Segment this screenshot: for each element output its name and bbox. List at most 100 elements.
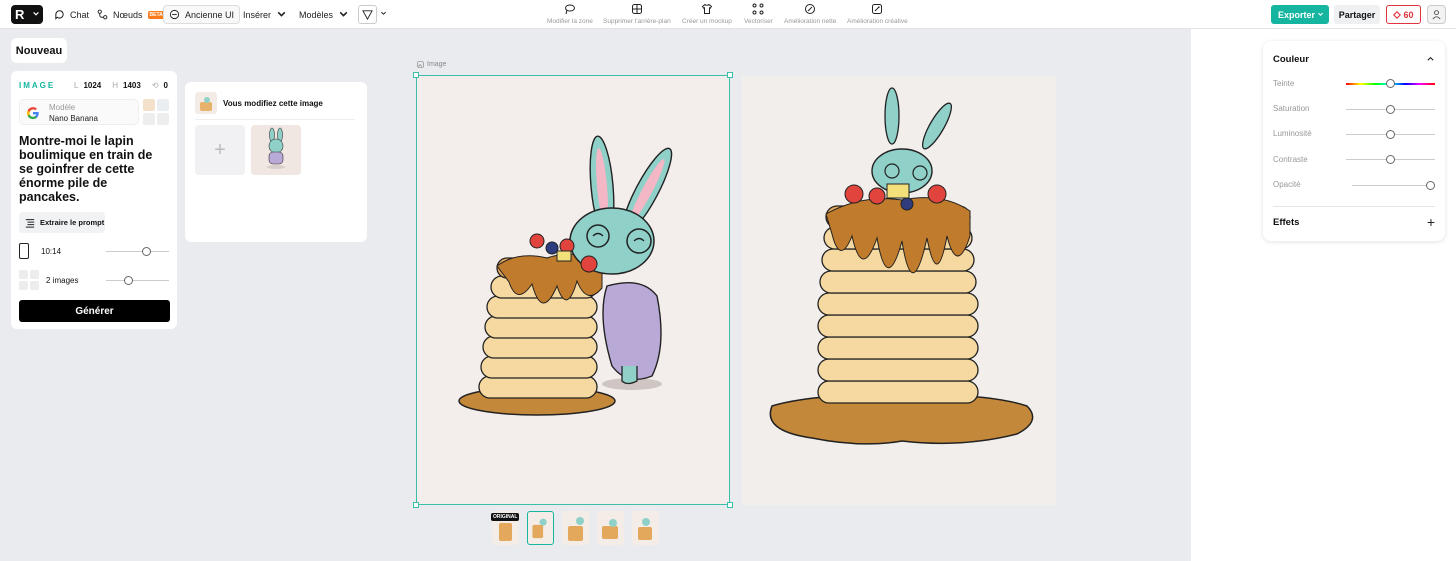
seed-value[interactable]: 0 [164,81,168,90]
reference-slot[interactable] [143,113,155,125]
plus-icon[interactable]: + [1427,214,1435,230]
chevron-down-icon [277,11,286,17]
vector-nodes-icon [752,3,764,15]
chat-icon [55,10,64,20]
color-properties-card: Couleur Teinte Saturation Luminosité Con… [1263,41,1445,241]
partager-button[interactable]: Partager [1334,5,1380,24]
pancake-thumb-art [532,518,547,539]
couleur-heading: Couleur [1273,54,1309,65]
pancake-thumb-art [568,517,584,541]
tool-label: Vectoriser [744,18,773,25]
remove-background-icon [631,4,642,14]
aspect-ratio-slider[interactable] [106,251,169,252]
teinte-slider-knob[interactable] [1386,79,1395,88]
extract-lines-icon [25,218,35,228]
exporter-label: Exporter [1278,9,1316,20]
portrait-ratio-icon [19,243,29,259]
width-value[interactable]: 1024 [83,81,101,90]
opacite-slider[interactable] [1352,185,1435,186]
chevron-down-icon [33,11,39,16]
editing-title: Vous modifiez cette image [223,99,323,108]
google-icon [27,107,39,120]
tool-amelioration-creative[interactable]: Amélioration créative [847,3,908,25]
generate-button[interactable]: Générer [19,300,170,322]
chevron-up-icon[interactable] [1426,54,1435,63]
bunny-reference-art [267,127,285,169]
minus-circle-icon [169,9,180,20]
version-thumbnail[interactable] [562,511,589,545]
tool-supprimer-arriere-plan[interactable]: Supprimer l'arrière-plan [603,3,671,25]
height-key: H [112,81,119,90]
reference-slot[interactable] [157,113,169,125]
opacite-slider-knob[interactable] [1426,181,1435,190]
reference-thumb[interactable] [143,99,155,111]
extract-prompt-label: Extraire le prompt [40,218,105,227]
modeles-label: Modèles [299,9,334,20]
resize-handle[interactable] [413,72,419,78]
tool-modifier-zone[interactable]: Modifier la zone [547,3,593,25]
chevron-down-icon[interactable] [380,10,387,17]
image-count-slider-knob[interactable] [123,276,133,285]
inserer-menu[interactable]: Insérer [243,5,287,24]
canvas-image-label: Image [417,61,446,68]
extract-prompt-button[interactable]: Extraire le prompt [19,212,105,233]
model-selector[interactable]: Modèle Nano Banana [19,99,139,125]
avatar[interactable] [1427,5,1446,24]
teinte-label: Teinte [1273,79,1295,88]
reference-image[interactable] [251,125,301,175]
tool-vectoriser[interactable]: Vectoriser [744,3,773,25]
nodes-icon [97,9,108,20]
version-thumbnail[interactable] [597,511,624,545]
credits-count: 60 [1403,9,1414,20]
reference-thumbnails[interactable] [143,99,169,125]
images-grid-icon [19,270,39,290]
resize-handle[interactable] [727,502,733,508]
saturation-slider-knob[interactable] [1386,105,1395,114]
chat-button[interactable]: Chat [54,5,89,24]
add-reference-button[interactable]: + [195,125,245,175]
modeles-menu[interactable]: Modèles [299,5,349,24]
model-name: Nano Banana [49,114,98,123]
tool-creer-mockup[interactable]: Créer un mockup [682,3,732,25]
exporter-button[interactable]: Exporter [1271,5,1329,24]
image-count-value: 2 images [46,275,79,285]
image-section-label: IMAGE [19,81,56,90]
luminosite-slider-knob[interactable] [1386,130,1395,139]
width-key: L [74,81,79,90]
height-value[interactable]: 1403 [123,81,141,90]
prompt-text[interactable]: Montre-moi le lapin boulimique en train … [19,134,169,204]
editing-image-thumbnail [195,92,217,114]
tool-label: Amélioration nette [784,18,837,25]
noeuds-button[interactable]: Nœuds BETA [97,5,165,24]
aspect-ratio-row: 10:14 [19,243,61,259]
pancake-thumbnail-art [200,97,212,111]
partager-label: Partager [1338,9,1376,20]
tool-label: Créer un mockup [682,18,732,25]
credits-button[interactable]: 60 [1386,5,1421,24]
version-thumbnail[interactable] [632,511,659,545]
contraste-slider-knob[interactable] [1386,155,1395,164]
tool-label: Modifier la zone [547,18,593,25]
user-icon [1432,10,1441,20]
ancienne-ui-label: Ancienne UI [185,9,235,20]
image-icon [417,61,424,68]
tool-amelioration-nette[interactable]: Amélioration nette [784,3,836,25]
divider [195,119,355,120]
app-menu-button[interactable]: R [11,5,43,24]
resize-handle[interactable] [727,72,733,78]
aspect-ratio-slider-knob[interactable] [142,247,152,256]
original-image[interactable] [742,76,1056,505]
tool-label: Amélioration créative [847,18,908,25]
canvas-label-text: Image [427,61,447,68]
version-thumbnail[interactable] [527,511,554,545]
reference-thumb[interactable] [157,99,169,111]
image-count-slider[interactable] [106,280,169,281]
ancienne-ui-button[interactable]: Ancienne UI [163,5,241,24]
selected-image[interactable] [413,72,733,508]
shape-tool-button[interactable] [358,5,377,24]
resize-handle[interactable] [413,502,419,508]
nouveau-label: Nouveau [15,44,63,57]
chevron-down-icon [1318,12,1323,16]
nouveau-button[interactable]: Nouveau [11,38,67,63]
aspect-ratio-value: 10:14 [41,246,62,256]
